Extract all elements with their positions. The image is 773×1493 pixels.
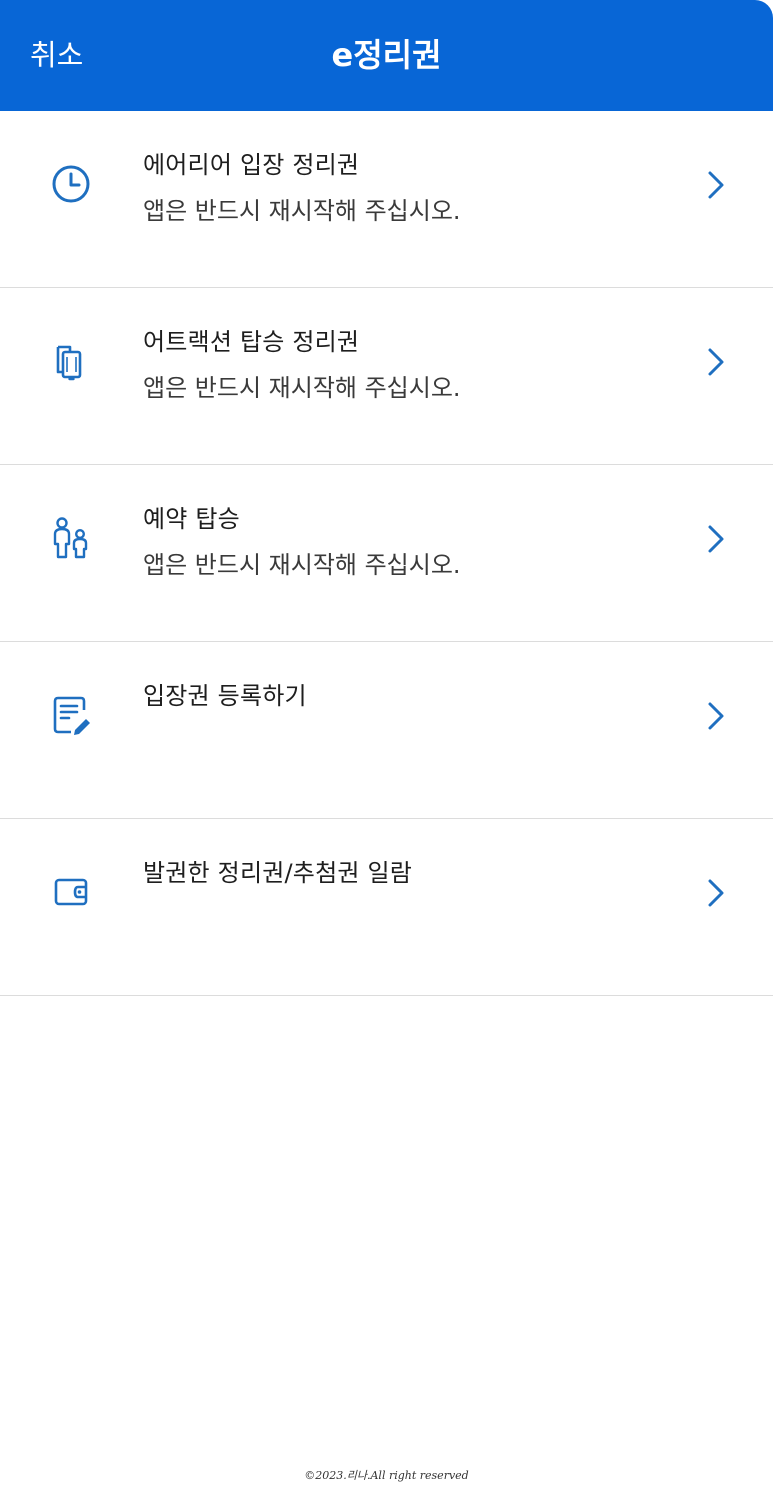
menu-item-label: 입장권 등록하기	[143, 682, 307, 710]
menu-item-subtitle: 앱은 반드시 재시작해 주십시오.	[143, 374, 461, 402]
app-header: 취소 e정리권	[0, 0, 773, 111]
menu-item-label: 발권한 정리권/추첨권 일람	[143, 859, 413, 887]
menu-item-reserved-ride[interactable]: 예약 탑승 앱은 반드시 재시작해 주십시오.	[0, 465, 773, 642]
cancel-button[interactable]: 취소	[30, 0, 83, 111]
chevron-right-icon	[702, 169, 730, 201]
menu-item-attraction-ride-ticket[interactable]: 어트랙션 탑승 정리권 앱은 반드시 재시작해 주십시오.	[0, 288, 773, 465]
menu-list: 에어리어 입장 정리권 앱은 반드시 재시작해 주십시오. 어트랙션 탑승 정리…	[0, 111, 773, 996]
menu-item-issued-tickets-list[interactable]: 발권한 정리권/추첨권 일람	[0, 819, 773, 996]
family-icon	[48, 515, 94, 561]
chevron-right-icon	[702, 346, 730, 378]
menu-item-area-entry-ticket[interactable]: 에어리어 입장 정리권 앱은 반드시 재시작해 주십시오.	[0, 111, 773, 288]
menu-item-label: 에어리어 입장 정리권	[143, 151, 360, 179]
menu-item-subtitle: 앱은 반드시 재시작해 주십시오.	[143, 551, 461, 579]
menu-item-register-ticket[interactable]: 입장권 등록하기	[0, 642, 773, 819]
menu-item-label: 예약 탑승	[143, 505, 240, 533]
document-edit-icon	[48, 692, 94, 738]
clock-icon	[48, 161, 94, 207]
menu-item-label: 어트랙션 탑승 정리권	[143, 328, 360, 356]
page-title: e정리권	[331, 36, 442, 74]
chevron-right-icon	[702, 523, 730, 555]
menu-item-subtitle: 앱은 반드시 재시작해 주십시오.	[143, 197, 461, 225]
wallet-icon	[48, 869, 94, 915]
chevron-right-icon	[702, 700, 730, 732]
copyright-text: ©2023.리나.All right reserved	[304, 1469, 469, 1482]
chevron-right-icon	[702, 877, 730, 909]
tickets-icon	[48, 338, 94, 384]
